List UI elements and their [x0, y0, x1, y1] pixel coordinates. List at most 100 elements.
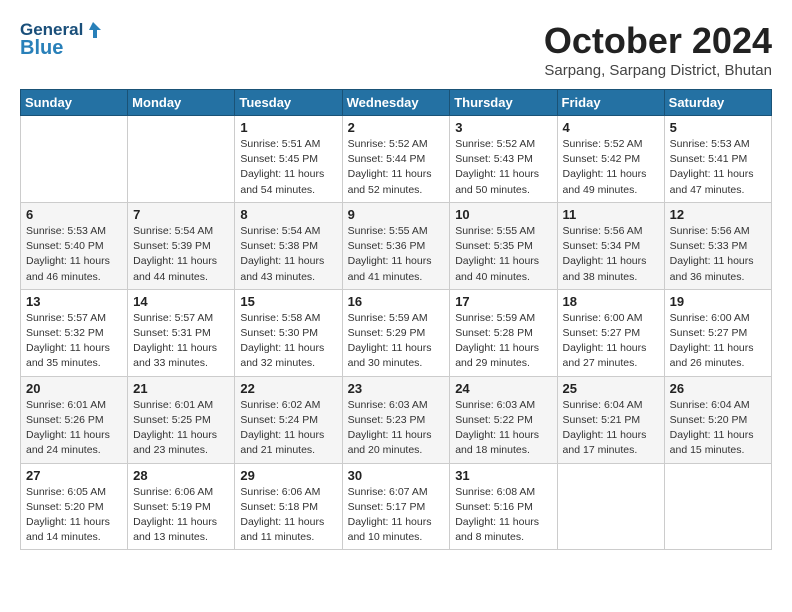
calendar-cell: 25 Sunrise: 6:04 AM Sunset: 5:21 PM Dayli… — [557, 376, 664, 463]
day-number: 11 — [563, 207, 659, 222]
day-number: 25 — [563, 381, 659, 396]
calendar-cell: 27Sunrise: 6:05 AM Sunset: 5:20 PM Dayli… — [21, 463, 128, 550]
day-info: Sunrise: 6:03 AM Sunset: 5:22 PM Dayligh… — [455, 398, 551, 459]
day-number: 10 — [455, 207, 551, 222]
day-info: Sunrise: 6:04 AM Sunset: 5:20 PM Dayligh… — [670, 398, 766, 459]
calendar-cell: 19Sunrise: 6:00 AM Sunset: 5:27 PM Dayli… — [664, 289, 771, 376]
day-info: Sunrise: 5:57 AM Sunset: 5:32 PM Dayligh… — [26, 311, 122, 372]
day-info: Sunrise: 6:04 AM Sunset: 5:21 PM Dayligh… — [563, 398, 659, 459]
calendar-header-row: SundayMondayTuesdayWednesdayThursdayFrid… — [21, 90, 772, 116]
calendar-cell: 31 Sunrise: 6:08 AM Sunset: 5:16 PM Dayli… — [450, 463, 557, 550]
day-info: Sunrise: 6:07 AM Sunset: 5:17 PM Dayligh… — [348, 485, 445, 546]
day-info: Sunrise: 5:54 AM Sunset: 5:39 PM Dayligh… — [133, 224, 229, 285]
day-number: 16 — [348, 294, 445, 309]
calendar-cell: 15Sunrise: 5:58 AM Sunset: 5:30 PM Dayli… — [235, 289, 342, 376]
calendar-table: SundayMondayTuesdayWednesdayThursdayFrid… — [20, 89, 772, 550]
calendar-cell — [21, 116, 128, 203]
weekday-header: Saturday — [664, 90, 771, 116]
day-info: Sunrise: 5:59 AM Sunset: 5:29 PM Dayligh… — [348, 311, 445, 372]
calendar-cell: 30 Sunrise: 6:07 AM Sunset: 5:17 PM Dayli… — [342, 463, 450, 550]
location-subtitle: Sarpang, Sarpang District, Bhutan — [544, 62, 772, 79]
day-info: Sunrise: 6:06 AM Sunset: 5:19 PM Dayligh… — [133, 485, 229, 546]
day-number: 26 — [670, 381, 766, 396]
day-number: 21 — [133, 381, 229, 396]
logo-blue: Blue — [20, 37, 103, 60]
day-number: 29 — [240, 468, 336, 483]
calendar-cell: 10Sunrise: 5:55 AM Sunset: 5:35 PM Dayli… — [450, 202, 557, 289]
calendar-cell: 7Sunrise: 5:54 AM Sunset: 5:39 PM Daylig… — [128, 202, 235, 289]
day-info: Sunrise: 5:56 AM Sunset: 5:34 PM Dayligh… — [563, 224, 659, 285]
day-info: Sunrise: 6:01 AM Sunset: 5:25 PM Dayligh… — [133, 398, 229, 459]
day-info: Sunrise: 5:55 AM Sunset: 5:36 PM Dayligh… — [348, 224, 445, 285]
calendar-cell: 2 Sunrise: 5:52 AM Sunset: 5:44 PM Daylig… — [342, 116, 450, 203]
calendar-week-row: 27Sunrise: 6:05 AM Sunset: 5:20 PM Dayli… — [21, 463, 772, 550]
calendar-cell: 23 Sunrise: 6:03 AM Sunset: 5:23 PM Dayli… — [342, 376, 450, 463]
calendar-cell: 14 Sunrise: 5:57 AM Sunset: 5:31 PM Dayli… — [128, 289, 235, 376]
day-number: 9 — [348, 207, 445, 222]
day-number: 5 — [670, 120, 766, 135]
day-number: 14 — [133, 294, 229, 309]
day-number: 22 — [240, 381, 336, 396]
day-number: 23 — [348, 381, 445, 396]
calendar-cell: 29 Sunrise: 6:06 AM Sunset: 5:18 PM Dayli… — [235, 463, 342, 550]
day-info: Sunrise: 5:54 AM Sunset: 5:38 PM Dayligh… — [240, 224, 336, 285]
day-info: Sunrise: 5:51 AM Sunset: 5:45 PM Dayligh… — [240, 137, 336, 198]
calendar-cell: 4Sunrise: 5:52 AM Sunset: 5:42 PM Daylig… — [557, 116, 664, 203]
calendar-cell — [557, 463, 664, 550]
day-info: Sunrise: 6:00 AM Sunset: 5:27 PM Dayligh… — [563, 311, 659, 372]
calendar-cell: 1 Sunrise: 5:51 AM Sunset: 5:45 PM Daylig… — [235, 116, 342, 203]
logo-icon — [83, 20, 103, 40]
day-number: 20 — [26, 381, 122, 396]
day-info: Sunrise: 5:57 AM Sunset: 5:31 PM Dayligh… — [133, 311, 229, 372]
day-number: 15 — [240, 294, 336, 309]
calendar-cell: 13 Sunrise: 5:57 AM Sunset: 5:32 PM Dayli… — [21, 289, 128, 376]
title-section: October 2024 Sarpang, Sarpang District, … — [544, 20, 772, 79]
day-info: Sunrise: 5:56 AM Sunset: 5:33 PM Dayligh… — [670, 224, 766, 285]
day-number: 31 — [455, 468, 551, 483]
day-number: 28 — [133, 468, 229, 483]
day-number: 12 — [670, 207, 766, 222]
calendar-cell: 26 Sunrise: 6:04 AM Sunset: 5:20 PM Dayli… — [664, 376, 771, 463]
day-number: 19 — [670, 294, 766, 309]
calendar-cell: 20 Sunrise: 6:01 AM Sunset: 5:26 PM Dayli… — [21, 376, 128, 463]
calendar-cell — [128, 116, 235, 203]
calendar-week-row: 1 Sunrise: 5:51 AM Sunset: 5:45 PM Daylig… — [21, 116, 772, 203]
weekday-header: Monday — [128, 90, 235, 116]
logo: General Blue — [20, 20, 103, 60]
day-info: Sunrise: 5:53 AM Sunset: 5:41 PM Dayligh… — [670, 137, 766, 198]
calendar-cell: 3 Sunrise: 5:52 AM Sunset: 5:43 PM Daylig… — [450, 116, 557, 203]
calendar-cell: 16 Sunrise: 5:59 AM Sunset: 5:29 PM Dayli… — [342, 289, 450, 376]
day-number: 27 — [26, 468, 122, 483]
day-info: Sunrise: 6:03 AM Sunset: 5:23 PM Dayligh… — [348, 398, 445, 459]
day-info: Sunrise: 5:52 AM Sunset: 5:43 PM Dayligh… — [455, 137, 551, 198]
weekday-header: Thursday — [450, 90, 557, 116]
day-number: 8 — [240, 207, 336, 222]
calendar-cell: 5 Sunrise: 5:53 AM Sunset: 5:41 PM Daylig… — [664, 116, 771, 203]
logo-text: General Blue — [20, 20, 103, 60]
calendar-cell: 28 Sunrise: 6:06 AM Sunset: 5:19 PM Dayli… — [128, 463, 235, 550]
day-number: 13 — [26, 294, 122, 309]
calendar-cell: 9 Sunrise: 5:55 AM Sunset: 5:36 PM Daylig… — [342, 202, 450, 289]
day-number: 1 — [240, 120, 336, 135]
day-number: 18 — [563, 294, 659, 309]
day-info: Sunrise: 6:01 AM Sunset: 5:26 PM Dayligh… — [26, 398, 122, 459]
day-info: Sunrise: 6:08 AM Sunset: 5:16 PM Dayligh… — [455, 485, 551, 546]
day-number: 2 — [348, 120, 445, 135]
calendar-cell: 8 Sunrise: 5:54 AM Sunset: 5:38 PM Daylig… — [235, 202, 342, 289]
day-number: 17 — [455, 294, 551, 309]
calendar-cell: 11 Sunrise: 5:56 AM Sunset: 5:34 PM Dayli… — [557, 202, 664, 289]
day-info: Sunrise: 5:59 AM Sunset: 5:28 PM Dayligh… — [455, 311, 551, 372]
day-info: Sunrise: 5:52 AM Sunset: 5:44 PM Dayligh… — [348, 137, 445, 198]
day-number: 4 — [563, 120, 659, 135]
weekday-header: Wednesday — [342, 90, 450, 116]
weekday-header: Sunday — [21, 90, 128, 116]
calendar-cell: 22Sunrise: 6:02 AM Sunset: 5:24 PM Dayli… — [235, 376, 342, 463]
day-info: Sunrise: 6:06 AM Sunset: 5:18 PM Dayligh… — [240, 485, 336, 546]
day-number: 24 — [455, 381, 551, 396]
day-number: 6 — [26, 207, 122, 222]
calendar-cell: 24 Sunrise: 6:03 AM Sunset: 5:22 PM Dayli… — [450, 376, 557, 463]
calendar-week-row: 13 Sunrise: 5:57 AM Sunset: 5:32 PM Dayli… — [21, 289, 772, 376]
day-number: 30 — [348, 468, 445, 483]
day-number: 3 — [455, 120, 551, 135]
calendar-cell: 17 Sunrise: 5:59 AM Sunset: 5:28 PM Dayli… — [450, 289, 557, 376]
